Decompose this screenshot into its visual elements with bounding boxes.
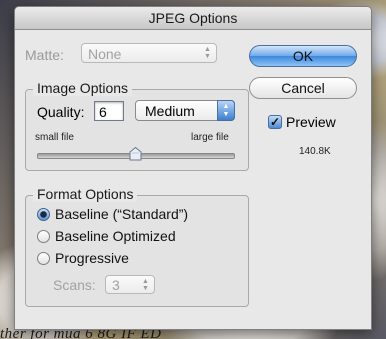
- radio-progressive[interactable]: [37, 252, 50, 265]
- radio-baseline-standard-label[interactable]: Baseline (“Standard”): [55, 206, 188, 222]
- preview-file-size: 140.8K: [299, 146, 331, 157]
- image-options-title: Image Options: [33, 80, 133, 96]
- quality-preset-value: Medium: [145, 103, 195, 119]
- select-arrows-icon: ▲ ▼: [217, 100, 235, 121]
- radio-progressive-label[interactable]: Progressive: [55, 250, 129, 266]
- radio-baseline-optimized-label[interactable]: Baseline Optimized: [55, 228, 176, 244]
- radio-baseline-optimized[interactable]: [37, 230, 50, 243]
- select-arrows-icon: ▲ ▼: [204, 46, 211, 60]
- radio-baseline-standard[interactable]: [37, 208, 50, 221]
- cancel-button[interactable]: Cancel: [249, 77, 357, 99]
- matte-value: None: [88, 46, 122, 62]
- ok-button[interactable]: OK: [249, 45, 357, 67]
- quality-slider-knob[interactable]: [129, 147, 142, 161]
- small-file-label: small file: [35, 132, 74, 143]
- quality-preset-select[interactable]: Medium ▲ ▼: [135, 100, 235, 121]
- scans-value: 3: [112, 277, 120, 293]
- preview-label[interactable]: Preview: [286, 114, 336, 130]
- scans-label: Scans:: [53, 277, 96, 293]
- matte-label: Matte:: [25, 47, 64, 63]
- preview-checkbox[interactable]: ✓: [268, 115, 282, 129]
- matte-select[interactable]: None ▲ ▼: [81, 43, 217, 63]
- jpeg-options-dialog: JPEG Options Matte: None ▲ ▼ Image Option…: [14, 6, 372, 330]
- select-arrows-icon: ▲ ▼: [142, 278, 149, 292]
- dialog-title: JPEG Options: [15, 7, 371, 30]
- quality-label: Quality:: [37, 104, 85, 120]
- quality-input[interactable]: 6: [94, 101, 124, 121]
- scans-select[interactable]: 3 ▲ ▼: [105, 275, 155, 294]
- large-file-label: large file: [191, 132, 229, 143]
- format-options-title: Format Options: [33, 186, 138, 202]
